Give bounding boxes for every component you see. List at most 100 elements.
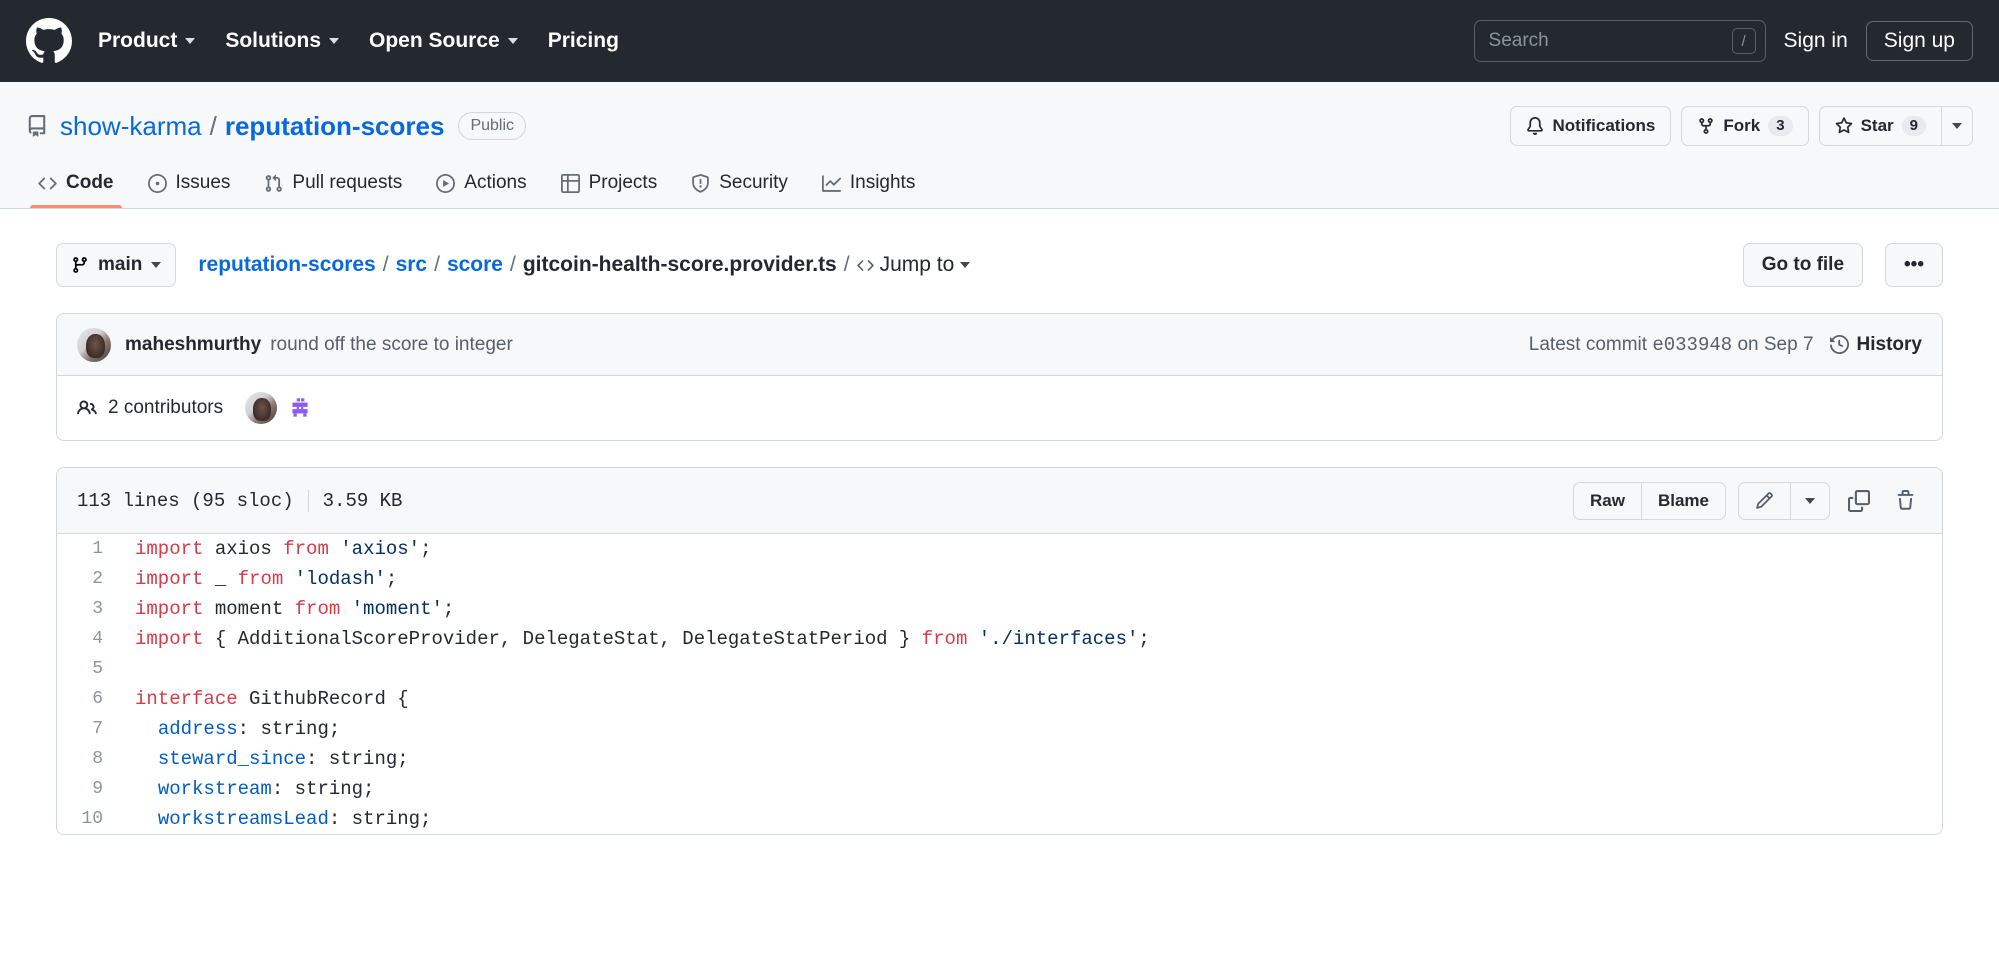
repo-owner-link[interactable]: show-karma bbox=[60, 111, 202, 142]
star-dropdown-button[interactable] bbox=[1941, 106, 1973, 146]
nav-item-open-source[interactable]: Open Source bbox=[369, 29, 518, 53]
fork-button[interactable]: Fork 3 bbox=[1681, 106, 1808, 146]
star-button[interactable]: Star 9 bbox=[1819, 106, 1941, 146]
tab-label: Security bbox=[719, 172, 788, 194]
avatar[interactable] bbox=[245, 392, 277, 424]
search-input[interactable]: Search / bbox=[1474, 20, 1766, 62]
search-placeholder: Search bbox=[1489, 30, 1732, 52]
tab-label: Actions bbox=[464, 172, 526, 194]
file-meta: 113 lines (95 sloc) 3.59 KB bbox=[77, 490, 402, 512]
breadcrumb-item-repo[interactable]: reputation-scores bbox=[198, 253, 375, 277]
code-viewer[interactable]: 1 import axios from 'axios'; 2 import _ … bbox=[57, 534, 1942, 834]
copy-icon bbox=[1848, 490, 1870, 512]
file-size: 3.59 KB bbox=[323, 490, 403, 512]
commit-info-box: maheshmurthy round off the score to inte… bbox=[56, 313, 1943, 441]
nav-label: Solutions bbox=[225, 29, 321, 53]
breadcrumb-item-score[interactable]: score bbox=[447, 253, 503, 277]
edit-file-button[interactable] bbox=[1738, 482, 1790, 520]
code-line: 7 address: string; bbox=[57, 714, 1942, 744]
delete-file-button[interactable] bbox=[1888, 484, 1922, 518]
tab-issues[interactable]: Issues bbox=[136, 162, 243, 208]
nav-label: Product bbox=[98, 29, 177, 53]
main-content: main reputation-scores / src / score / g… bbox=[0, 243, 1999, 835]
commit-meta-group: Latest commit e033948 on Sep 7 History bbox=[1529, 334, 1922, 356]
contributor-avatars bbox=[245, 392, 316, 424]
line-number: 7 bbox=[57, 714, 121, 744]
file-toolbar: 113 lines (95 sloc) 3.59 KB Raw Blame bbox=[57, 468, 1942, 534]
blame-button[interactable]: Blame bbox=[1641, 482, 1726, 520]
star-icon bbox=[1835, 117, 1853, 135]
breadcrumb-separator: / bbox=[434, 253, 440, 277]
github-mark-icon[interactable] bbox=[26, 18, 72, 64]
divider bbox=[308, 490, 309, 512]
tab-security[interactable]: Security bbox=[679, 162, 800, 208]
code-line: 5 bbox=[57, 654, 1942, 684]
repository-tabs: Code Issues Pull requests Actions Projec… bbox=[26, 162, 1973, 208]
git-branch-icon bbox=[71, 256, 89, 274]
file-toolbar-actions: Raw Blame bbox=[1573, 482, 1922, 520]
file-navigation-row: main reputation-scores / src / score / g… bbox=[26, 243, 1973, 287]
line-content: workstream: string; bbox=[121, 774, 374, 804]
nav-label: Pricing bbox=[548, 29, 619, 53]
latest-commit-row: maheshmurthy round off the score to inte… bbox=[57, 314, 1942, 376]
chevron-down-icon bbox=[185, 38, 195, 44]
pixel-logo-icon bbox=[287, 395, 313, 421]
tab-label: Issues bbox=[176, 172, 231, 194]
chevron-down-icon bbox=[1952, 123, 1962, 129]
line-number: 9 bbox=[57, 774, 121, 804]
repository-title-row: show-karma / reputation-scores Public No… bbox=[26, 104, 1973, 148]
branch-selector-button[interactable]: main bbox=[56, 243, 176, 287]
jump-to-button[interactable]: Jump to bbox=[857, 253, 971, 277]
nav-item-solutions[interactable]: Solutions bbox=[225, 29, 339, 53]
nav-item-product[interactable]: Product bbox=[98, 29, 195, 53]
table-icon bbox=[561, 174, 580, 193]
avatar[interactable] bbox=[284, 392, 316, 424]
line-content: workstreamsLead: string; bbox=[121, 804, 431, 834]
trash-icon bbox=[1895, 490, 1916, 511]
commit-date: Sep 7 bbox=[1764, 334, 1814, 355]
tab-label: Pull requests bbox=[292, 172, 402, 194]
tab-label: Projects bbox=[589, 172, 658, 194]
commit-sha[interactable]: e033948 bbox=[1652, 334, 1732, 356]
commit-date-prefix: on bbox=[1737, 334, 1758, 355]
sign-in-link[interactable]: Sign in bbox=[1784, 29, 1848, 53]
tab-insights[interactable]: Insights bbox=[810, 162, 927, 208]
commit-message[interactable]: round off the score to integer bbox=[270, 334, 513, 356]
line-content: steward_since: string; bbox=[121, 744, 409, 774]
raw-button[interactable]: Raw bbox=[1573, 482, 1641, 520]
file-nav-actions: Go to file ••• bbox=[1743, 243, 1943, 287]
line-content: interface GithubRecord { bbox=[121, 684, 409, 714]
nav-item-pricing[interactable]: Pricing bbox=[548, 29, 619, 53]
breadcrumb-separator: / bbox=[510, 253, 516, 277]
tab-label: Insights bbox=[850, 172, 915, 194]
edit-dropdown-button[interactable] bbox=[1790, 482, 1830, 520]
tab-projects[interactable]: Projects bbox=[549, 162, 670, 208]
repo-name-link[interactable]: reputation-scores bbox=[225, 111, 445, 142]
contributors-count-label[interactable]: 2 contributors bbox=[108, 397, 223, 419]
breadcrumb-separator: / bbox=[383, 253, 389, 277]
commit-author-link[interactable]: maheshmurthy bbox=[125, 334, 261, 356]
line-content: import moment from 'moment'; bbox=[121, 594, 454, 624]
sign-up-button[interactable]: Sign up bbox=[1866, 21, 1973, 61]
copy-raw-contents-button[interactable] bbox=[1842, 484, 1876, 518]
star-label: Star bbox=[1861, 116, 1894, 136]
history-link[interactable]: History bbox=[1830, 334, 1922, 356]
git-pull-request-icon bbox=[264, 174, 283, 193]
bell-icon bbox=[1526, 117, 1544, 135]
go-to-file-button[interactable]: Go to file bbox=[1743, 243, 1863, 287]
notifications-button[interactable]: Notifications bbox=[1510, 106, 1671, 146]
tab-actions[interactable]: Actions bbox=[424, 162, 538, 208]
avatar[interactable] bbox=[77, 328, 111, 362]
breadcrumb-item-src[interactable]: src bbox=[396, 253, 428, 277]
line-number: 6 bbox=[57, 684, 121, 714]
fork-label: Fork bbox=[1723, 116, 1760, 136]
line-number: 1 bbox=[57, 534, 121, 564]
more-options-button[interactable]: ••• bbox=[1885, 243, 1943, 287]
line-content: import { AdditionalScoreProvider, Delega… bbox=[121, 624, 1150, 654]
code-line: 1 import axios from 'axios'; bbox=[57, 534, 1942, 564]
tab-pull-requests[interactable]: Pull requests bbox=[252, 162, 414, 208]
tab-code[interactable]: Code bbox=[26, 162, 126, 208]
code-icon bbox=[38, 174, 57, 193]
chevron-down-icon bbox=[508, 38, 518, 44]
breadcrumb-current-file: gitcoin-health-score.provider.ts bbox=[523, 253, 837, 277]
